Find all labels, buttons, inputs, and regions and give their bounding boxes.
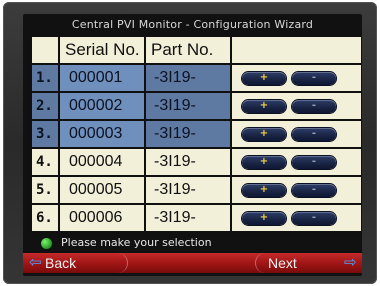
arrow-left-icon: ⇦	[29, 254, 42, 271]
next-button[interactable]: Next ⇨	[255, 253, 362, 273]
row-index: 4.	[32, 149, 58, 175]
decrement-button[interactable]: -	[292, 100, 336, 113]
decrement-button[interactable]: -	[292, 156, 336, 169]
row-actions: + -	[232, 149, 361, 175]
back-button[interactable]: ⇦ Back	[27, 253, 128, 273]
window-title: Central PVI Monitor - Configuration Wiza…	[71, 18, 314, 31]
increment-button[interactable]: +	[242, 212, 286, 225]
decrement-button[interactable]: -	[292, 72, 336, 85]
row-serial[interactable]: 000005	[60, 177, 144, 203]
device-screen: Central PVI Monitor - Configuration Wiza…	[23, 14, 362, 276]
decrement-button[interactable]: -	[292, 184, 336, 197]
row-actions: + -	[232, 177, 361, 203]
row-index: 6.	[32, 205, 58, 231]
decrement-button[interactable]: -	[292, 212, 336, 225]
row-index: 2.	[32, 93, 58, 119]
row-serial[interactable]: 000004	[60, 149, 144, 175]
serial-table: Serial No. Part No. 1. 000001 -3I19- + -…	[31, 36, 362, 238]
row-actions: + -	[232, 65, 361, 91]
row-index: 3.	[32, 121, 58, 147]
row-part[interactable]: -3I19-	[146, 177, 230, 203]
arrow-right-icon: ⇨	[344, 254, 357, 271]
row-serial[interactable]: 000003	[60, 121, 144, 147]
row-part[interactable]: -3I19-	[146, 149, 230, 175]
row-serial[interactable]: 000001	[60, 65, 144, 91]
row-actions: + -	[232, 205, 361, 231]
header-part: Part No.	[146, 37, 230, 63]
header-actions	[232, 37, 361, 63]
increment-button[interactable]: +	[242, 128, 286, 141]
header-index	[32, 37, 58, 63]
row-part[interactable]: -3I19-	[146, 65, 230, 91]
row-part[interactable]: -3I19-	[146, 93, 230, 119]
row-actions: + -	[232, 121, 361, 147]
status-message: Please make your selection	[61, 236, 212, 249]
row-part[interactable]: -3I19-	[146, 121, 230, 147]
row-actions: + -	[232, 93, 361, 119]
next-label: Next	[268, 255, 297, 271]
increment-button[interactable]: +	[242, 184, 286, 197]
row-serial[interactable]: 000006	[60, 205, 144, 231]
increment-button[interactable]: +	[242, 156, 286, 169]
increment-button[interactable]: +	[242, 100, 286, 113]
navigation-bar: ⇦ Back Next ⇨	[23, 253, 362, 273]
increment-button[interactable]: +	[242, 72, 286, 85]
header-serial: Serial No.	[60, 37, 144, 63]
decrement-button[interactable]: -	[292, 128, 336, 141]
row-index: 5.	[32, 177, 58, 203]
back-label: Back	[45, 255, 77, 271]
row-part[interactable]: -3I19-	[146, 205, 230, 231]
status-indicator-icon	[41, 238, 52, 249]
row-index: 1.	[32, 65, 58, 91]
row-serial[interactable]: 000002	[60, 93, 144, 119]
